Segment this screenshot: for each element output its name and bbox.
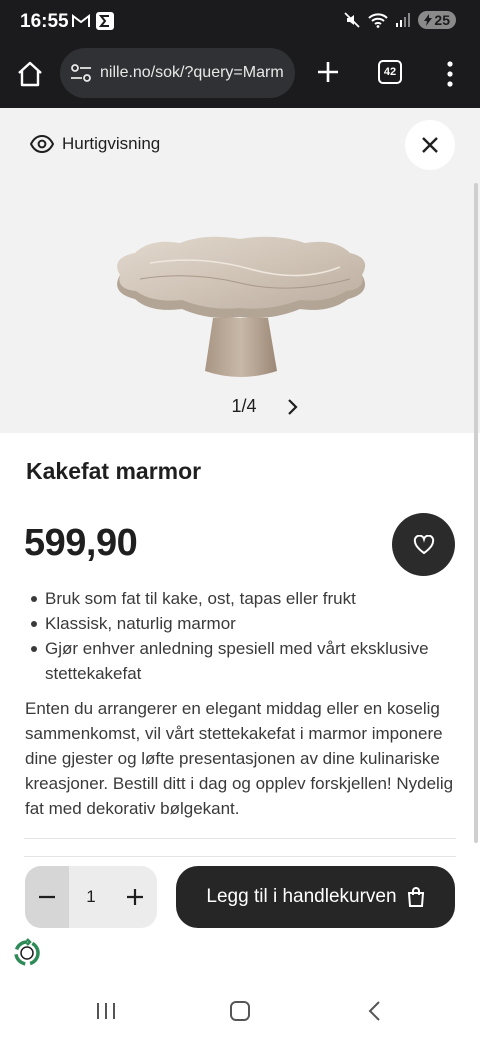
home-icon[interactable] xyxy=(16,60,44,88)
status-time: 16:55 xyxy=(20,11,69,32)
quantity-stepper: 1 xyxy=(25,866,157,928)
tab-count: 42 xyxy=(383,66,397,78)
add-to-cart-label: Legg til i handlekurven xyxy=(206,886,397,907)
wifi-icon xyxy=(368,13,389,28)
quantity-value[interactable]: 1 xyxy=(69,866,113,928)
system-navigation-bar xyxy=(0,985,480,1040)
divider xyxy=(24,838,456,839)
home-button-icon[interactable] xyxy=(230,1001,250,1021)
feature-item: Gjør enhver anledning spesiell med vårt … xyxy=(26,636,456,686)
shopping-bag-icon xyxy=(407,887,424,907)
more-menu-icon[interactable] xyxy=(440,60,460,88)
mute-icon xyxy=(344,12,361,28)
status-system-icons: 25 xyxy=(344,11,456,29)
product-description: Enten du arrangerer en elegant middag el… xyxy=(25,699,454,818)
close-button[interactable] xyxy=(405,120,455,170)
recent-apps-icon[interactable] xyxy=(95,1001,117,1021)
new-tab-icon[interactable] xyxy=(314,58,342,86)
favorite-button[interactable] xyxy=(392,513,455,576)
address-bar[interactable]: nille.no/sok/?query=Marm xyxy=(60,48,295,98)
battery-level: 25 xyxy=(434,12,450,28)
quick-view-label: Hurtigvisning xyxy=(62,134,161,153)
image-pager: 1/4 xyxy=(0,396,480,417)
site-settings-icon[interactable] xyxy=(70,64,92,82)
product-price: 599,90 xyxy=(24,522,138,564)
back-icon[interactable] xyxy=(366,1000,382,1022)
battery-icon: 25 xyxy=(418,11,456,29)
eye-icon xyxy=(30,135,54,153)
browser-toolbar: nille.no/sok/?query=Marm 42 xyxy=(0,44,480,108)
url-text[interactable]: nille.no/sok/?query=Marm xyxy=(100,64,284,82)
feature-item: Klassisk, naturlig marmor xyxy=(26,611,456,636)
chevron-right-icon[interactable] xyxy=(287,398,299,416)
feature-item: Bruk som fat til kake, ost, tapas eller … xyxy=(26,586,456,611)
image-counter: 1/4 xyxy=(231,396,257,416)
signal-icon xyxy=(396,13,411,27)
product-title: Kakefat marmor xyxy=(26,458,202,484)
heart-icon xyxy=(413,534,434,554)
scrollbar[interactable] xyxy=(474,183,478,843)
feature-list: Bruk som fat til kake, ost, tapas eller … xyxy=(26,586,456,686)
increase-quantity-button[interactable] xyxy=(113,866,157,928)
decrease-quantity-button[interactable] xyxy=(25,866,69,928)
tab-switcher-button[interactable]: 42 xyxy=(378,60,402,84)
product-image-gallery: Hurtigvisning 1/4 xyxy=(0,108,480,433)
minus-icon xyxy=(39,895,55,899)
quick-view-header: Hurtigvisning xyxy=(30,134,160,154)
add-to-cart-button[interactable]: Legg til i handlekurven xyxy=(176,866,455,928)
close-icon xyxy=(422,137,438,153)
plus-icon xyxy=(127,889,143,905)
status-notification-icons xyxy=(72,12,114,30)
gmail-icon xyxy=(72,14,90,27)
divider xyxy=(24,856,456,857)
recycle-badge-icon[interactable] xyxy=(10,936,44,970)
product-image[interactable] xyxy=(110,233,370,383)
sigma-app-icon xyxy=(96,12,114,30)
status-bar: 16:55 25 xyxy=(0,0,480,44)
